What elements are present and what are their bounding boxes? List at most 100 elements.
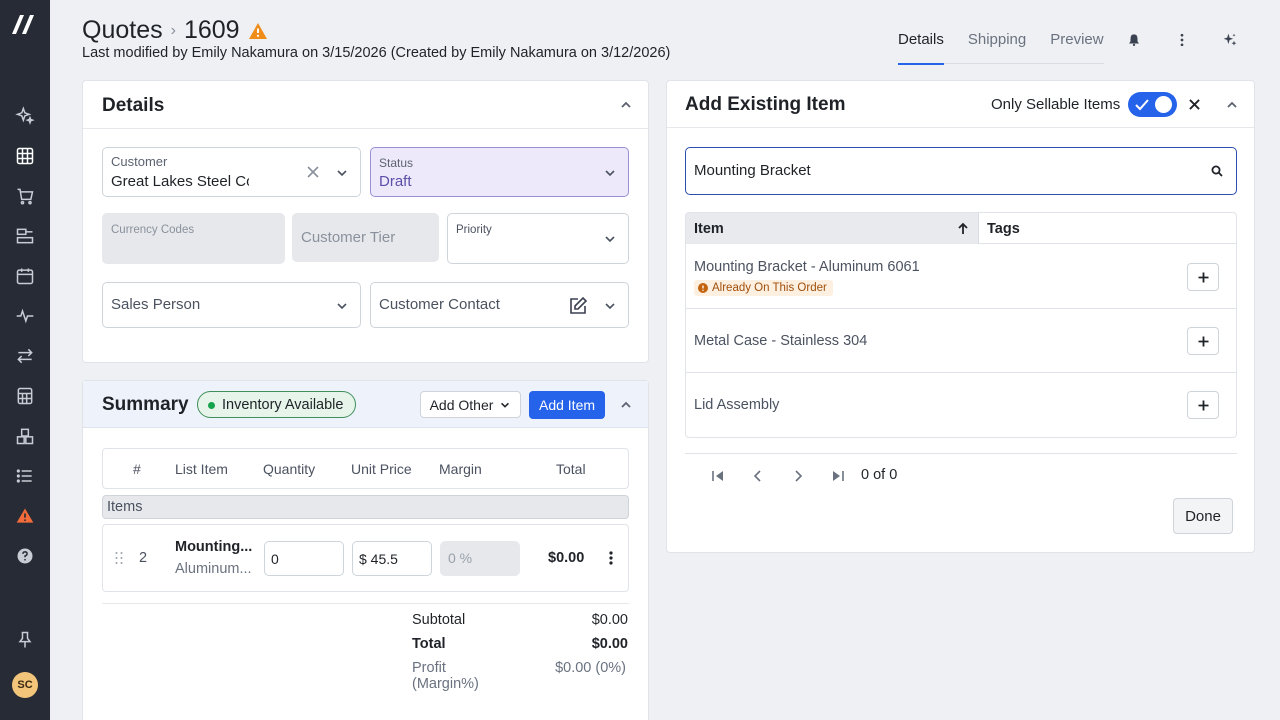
currency-codes-field[interactable]: Currency Codes [102, 213, 285, 264]
priority-label: Priority [456, 224, 492, 236]
app-logo[interactable] [11, 10, 39, 38]
list-icon[interactable] [13, 464, 37, 488]
plus-icon [1198, 336, 1208, 346]
status-label: Status [379, 156, 414, 170]
result-row[interactable]: Lid Assembly [686, 373, 1236, 437]
sparkles-icon[interactable] [13, 104, 37, 128]
dashboard-icon[interactable] [13, 144, 37, 168]
chevron-down-icon[interactable] [335, 166, 349, 180]
calculator-icon[interactable] [13, 384, 37, 408]
quantity-input[interactable]: 0 [264, 541, 344, 576]
drag-handle-icon[interactable] [114, 551, 124, 565]
item-search-input[interactable]: Mounting Bracket [685, 147, 1237, 195]
plus-icon [1198, 272, 1208, 282]
items-group-label: Items [102, 495, 629, 519]
col-item-header[interactable]: Item [686, 213, 979, 244]
first-page-icon[interactable] [711, 470, 725, 482]
line-items-header: # List Item Quantity Unit Price Margin T… [102, 448, 629, 489]
machine-icon[interactable] [13, 224, 37, 248]
customer-contact-field[interactable]: Customer Contact [370, 282, 629, 328]
line-item-row[interactable]: 2 Mounting... Aluminum... 0 $ 45.5 0 % $… [102, 524, 629, 592]
currency-codes-label: Currency Codes [111, 224, 195, 236]
alert-icon[interactable] [13, 504, 37, 528]
activity-icon[interactable] [13, 304, 37, 328]
tab-preview[interactable]: Preview [1050, 28, 1103, 64]
inventory-badge-label: Inventory Available [222, 396, 344, 413]
add-result-button[interactable] [1187, 327, 1219, 355]
only-sellable-toggle[interactable] [1128, 92, 1177, 117]
avatar[interactable]: SC [12, 672, 38, 698]
tab-details[interactable]: Details [898, 28, 944, 65]
sales-person-placeholder: Sales Person [111, 296, 201, 313]
result-row[interactable]: Metal Case - Stainless 304 [686, 309, 1236, 373]
close-icon[interactable] [1189, 99, 1200, 110]
status-field[interactable]: Status Draft [370, 147, 629, 197]
unit-price-input[interactable]: $ 45.5 [352, 541, 432, 576]
total-label: Total [412, 636, 446, 652]
margin-input[interactable]: 0 % [440, 541, 520, 576]
details-card: Details Customer Great Lakes Steel Co St… [82, 80, 649, 363]
details-title: Details [102, 95, 165, 116]
add-result-button[interactable] [1187, 263, 1219, 291]
breadcrumb-quotes[interactable]: Quotes [82, 16, 163, 45]
add-result-button[interactable] [1187, 391, 1219, 419]
bell-icon[interactable] [1124, 30, 1144, 50]
customer-tier-placeholder: Customer Tier [301, 229, 396, 246]
sparkles-icon[interactable] [1220, 30, 1240, 50]
tab-shipping[interactable]: Shipping [968, 28, 1026, 64]
more-vertical-icon[interactable] [1172, 30, 1192, 50]
inventory-icon[interactable] [13, 424, 37, 448]
col-quantity: Quantity [263, 461, 316, 477]
search-icon[interactable] [1211, 165, 1223, 177]
collapse-icon[interactable] [619, 398, 633, 412]
customer-tier-field[interactable]: Customer Tier [292, 213, 439, 262]
col-tags-header[interactable]: Tags [979, 213, 1236, 244]
col-unit-price: Unit Price [351, 461, 412, 477]
line-item-name[interactable]: Mounting... [175, 539, 252, 555]
chevron-down-icon[interactable] [603, 232, 617, 246]
col-tags-label: Tags [987, 221, 1020, 237]
more-vertical-icon[interactable] [606, 550, 616, 566]
transfer-icon[interactable] [13, 344, 37, 368]
next-page-icon[interactable] [793, 470, 803, 482]
chevron-down-icon[interactable] [335, 299, 349, 313]
result-item-name: Lid Assembly [694, 397, 780, 413]
collapse-icon[interactable] [619, 98, 633, 112]
summary-title: Summary [102, 394, 189, 415]
add-existing-item-panel: Add Existing Item Only Sellable Items Mo… [666, 80, 1255, 553]
chevron-down-icon[interactable] [603, 299, 617, 313]
chevron-down-icon[interactable] [603, 166, 617, 180]
pagination-text: 0 of 0 [861, 467, 898, 483]
pin-icon[interactable] [13, 628, 37, 652]
profit-label: Profit [412, 660, 446, 676]
edit-icon[interactable] [568, 296, 588, 316]
subtotal-value: $0.00 [591, 612, 628, 628]
customer-label: Customer [111, 154, 168, 169]
clear-icon[interactable] [307, 166, 319, 178]
check-icon [1135, 99, 1149, 111]
col-total: Total [556, 461, 586, 477]
previous-page-icon[interactable] [753, 470, 763, 482]
help-icon[interactable] [13, 544, 37, 568]
add-other-button[interactable]: Add Other [420, 391, 521, 418]
line-number: 2 [139, 550, 148, 566]
priority-field[interactable]: Priority [447, 213, 629, 264]
add-item-button[interactable]: Add Item [529, 391, 605, 419]
collapse-icon[interactable] [1225, 98, 1239, 112]
status-dot-icon [208, 402, 215, 409]
result-item-name: Mounting Bracket - Aluminum 6061 [694, 259, 920, 275]
results-table: Item Tags Mounting Bracket - Aluminum 60… [685, 212, 1237, 438]
calendar-icon[interactable] [13, 264, 37, 288]
customer-field[interactable]: Customer Great Lakes Steel Co [102, 147, 361, 197]
customer-value: Great Lakes Steel Co [111, 173, 249, 190]
cart-icon[interactable] [13, 184, 37, 208]
search-value: Mounting Bracket [694, 162, 811, 179]
sales-person-field[interactable]: Sales Person [102, 282, 361, 328]
plus-icon [1198, 400, 1208, 410]
result-row[interactable]: Mounting Bracket - Aluminum 6061 Already… [686, 244, 1236, 309]
last-page-icon[interactable] [831, 470, 845, 482]
inventory-badge: Inventory Available [197, 391, 357, 418]
done-button[interactable]: Done [1173, 498, 1233, 534]
col-item-label: Item [694, 221, 724, 237]
sort-ascending-icon[interactable] [957, 222, 969, 235]
